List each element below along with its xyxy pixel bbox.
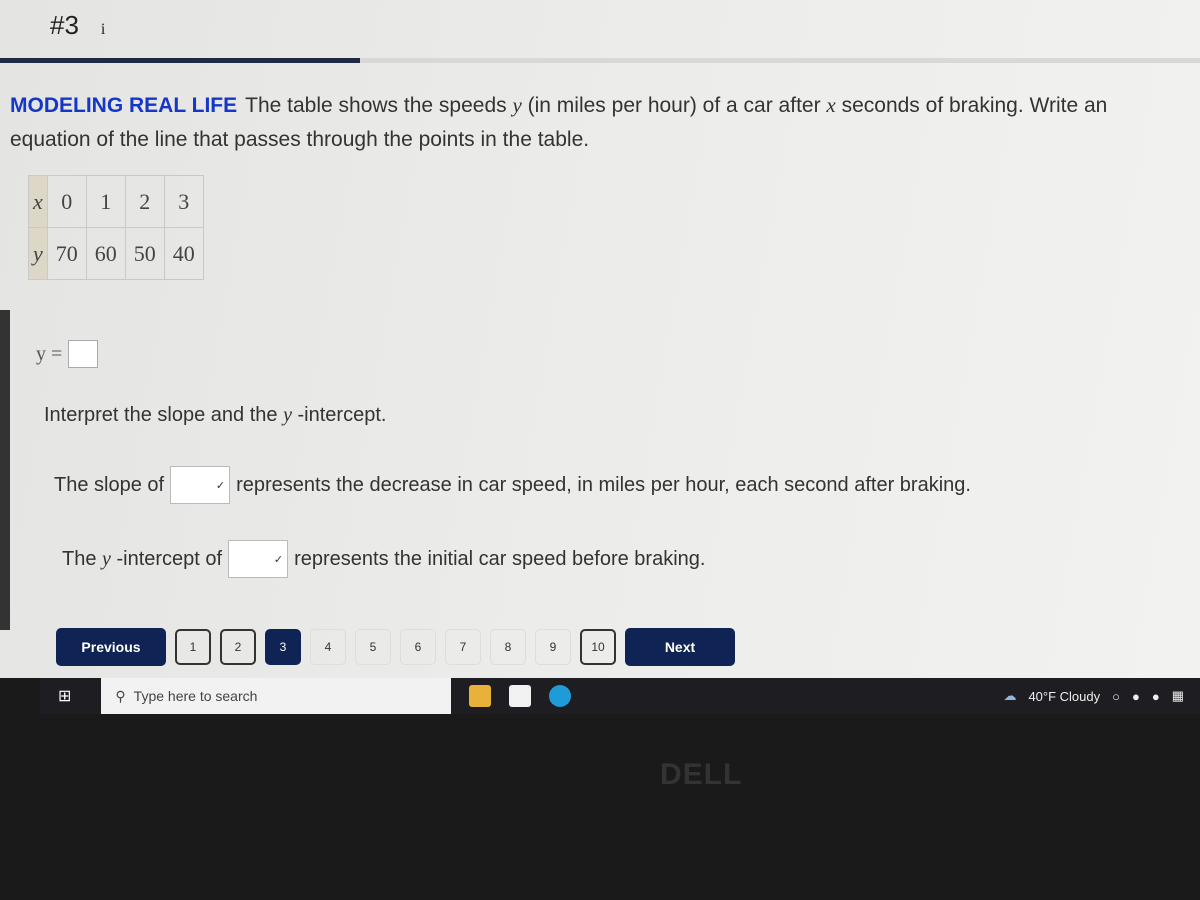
- table-cell: 60: [85, 227, 126, 280]
- search-icon: ⚲: [115, 687, 126, 704]
- dell-logo: DELL: [660, 758, 743, 791]
- q-text: The table shows the speeds: [245, 94, 513, 117]
- chevron-down-icon: ✓: [215, 479, 226, 492]
- page-button[interactable]: 6: [400, 629, 436, 665]
- slope-before: The slope of: [54, 473, 165, 496]
- equation-input[interactable]: [68, 340, 99, 368]
- page-button[interactable]: 9: [535, 629, 571, 665]
- page-button[interactable]: 10: [580, 629, 616, 665]
- slope-dropdown[interactable]: ✓: [170, 466, 231, 504]
- table-cell: 0: [46, 175, 87, 228]
- edge-tray-icon[interactable]: ●: [1152, 689, 1160, 704]
- weather-text[interactable]: 40°F Cloudy: [1028, 689, 1100, 704]
- q-var: y: [512, 93, 522, 117]
- info-icon[interactable]: i: [101, 21, 105, 38]
- page-button[interactable]: 4: [310, 629, 346, 665]
- store-icon[interactable]: [509, 685, 532, 707]
- page-button[interactable]: 8: [490, 629, 526, 665]
- page-button[interactable]: 2: [220, 629, 256, 665]
- table-cell: 1: [85, 175, 126, 228]
- progress-fill: [0, 58, 360, 63]
- cloud-icon: ☁: [1003, 688, 1017, 703]
- table-cell: 70: [46, 227, 87, 280]
- slope-after: represents the decrease in car speed, in…: [236, 473, 971, 496]
- intercept-sentence: The y -intercept of ✓ represents the initi…: [62, 540, 705, 578]
- interp-text: Interpret the slope and the: [44, 404, 284, 426]
- question-text: MODELING REAL LIFE The table shows the sp…: [10, 88, 1190, 157]
- problem-number: #3: [50, 10, 79, 40]
- search-placeholder: Type here to search: [133, 688, 258, 704]
- chevron-down-icon: ✓: [273, 553, 284, 566]
- progress-bar: [0, 58, 1200, 63]
- background-window-edge: [0, 310, 10, 630]
- system-tray: ☁ 40°F Cloudy ○ ● ● ▦: [1003, 688, 1184, 704]
- intercept-after: represents the initial car speed before …: [294, 547, 706, 570]
- q-var: x: [826, 93, 836, 117]
- table-header: y: [28, 227, 48, 280]
- page-button-current[interactable]: 3: [265, 629, 301, 665]
- interp-var: y: [283, 404, 292, 426]
- page-button[interactable]: 1: [175, 629, 211, 665]
- next-button[interactable]: Next: [625, 628, 735, 666]
- interp-text: -intercept.: [291, 404, 387, 426]
- table-header: x: [28, 175, 48, 228]
- slope-sentence: The slope of ✓ represents the decrease in …: [54, 466, 971, 504]
- table-row: x0123: [28, 175, 204, 228]
- table-cell: 2: [124, 175, 165, 228]
- pagination: Previous 1 2 3 4 5 6 7 8 9 10 Next: [56, 628, 735, 666]
- data-table: x0123 y 70 60 50 40: [28, 175, 204, 280]
- cortana-icon[interactable]: ○: [1112, 689, 1120, 704]
- previous-button[interactable]: Previous: [56, 628, 166, 666]
- taskbar-search[interactable]: ⚲ Type here to search: [101, 678, 452, 714]
- table-row: y 70 60 50 40: [28, 227, 204, 280]
- interpret-prompt: Interpret the slope and the y -intercept…: [44, 404, 386, 427]
- problem-header: #3 i: [50, 10, 105, 41]
- q-text: (in miles per hour) of a car after: [521, 94, 827, 117]
- browser-screen: #3 i MODELING REAL LIFE The table shows th…: [0, 0, 1200, 678]
- page-button[interactable]: 7: [445, 629, 481, 665]
- question-tag: MODELING REAL LIFE: [10, 94, 238, 117]
- file-explorer-icon[interactable]: [469, 685, 492, 707]
- table-cell: 40: [163, 227, 204, 280]
- edge-icon[interactable]: [549, 685, 572, 707]
- teams-icon[interactable]: ●: [1132, 689, 1140, 704]
- page-button[interactable]: 5: [355, 629, 391, 665]
- windows-start-icon[interactable]: ⊞: [58, 686, 71, 706]
- taskbar: ⊞ ⚲ Type here to search ☁ 40°F Cloudy ○ ● ● ▦: [40, 678, 1200, 714]
- equation-row: y =: [36, 340, 99, 368]
- table-cell: 50: [124, 227, 165, 280]
- int-text: -intercept of: [110, 547, 223, 570]
- table-cell: 3: [163, 175, 204, 228]
- equation-label: y =: [36, 342, 63, 365]
- int-text: The: [62, 547, 103, 570]
- intercept-dropdown[interactable]: ✓: [228, 540, 289, 578]
- tray-app-icon[interactable]: ▦: [1172, 688, 1184, 704]
- int-var: y: [102, 547, 111, 570]
